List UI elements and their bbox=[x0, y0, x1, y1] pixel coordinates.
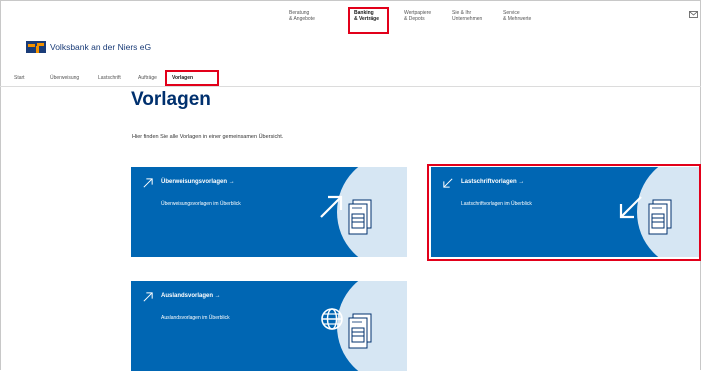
document-icon bbox=[348, 199, 372, 235]
document-icon bbox=[348, 313, 372, 349]
tile-subtitle: Überweisungsvorlagen im Überblick bbox=[161, 201, 241, 207]
brand-logo[interactable]: Volksbank an der Niers eG bbox=[26, 40, 151, 54]
topnav-label: & Angebote bbox=[289, 16, 315, 22]
lastschrift-tile-highlight-box bbox=[427, 164, 701, 261]
topnav-item-service[interactable]: Service & Mehrwerte bbox=[503, 10, 531, 22]
globe-icon bbox=[321, 308, 343, 330]
vorlagen-highlight-box bbox=[165, 70, 219, 86]
topnav-item-wertpapiere[interactable]: Wertpapiere & Depots bbox=[404, 10, 431, 22]
vr-logo-icon bbox=[26, 41, 46, 53]
subnav-item-auftraege[interactable]: Aufträge bbox=[138, 75, 157, 81]
tile-title: Überweisungsvorlagen → bbox=[161, 179, 235, 185]
page-title: Vorlagen bbox=[131, 89, 211, 110]
tile-ueberweisungsvorlagen[interactable]: Überweisungsvorlagen → Überweisungsvorla… bbox=[131, 167, 407, 257]
arrow-up-right-icon bbox=[143, 292, 153, 302]
topnav-item-beratung[interactable]: Beratung & Angebote bbox=[289, 10, 315, 22]
arrow-up-right-icon bbox=[143, 178, 153, 188]
subnav-divider bbox=[0, 86, 701, 87]
bank-name: Volksbank an der Niers eG bbox=[50, 42, 152, 52]
banking-highlight-box bbox=[348, 7, 389, 34]
topnav-label: Unternehmen bbox=[452, 16, 483, 22]
subnav-item-ueberweisung[interactable]: Überweisung bbox=[50, 75, 79, 81]
tile-subtitle: Auslandsvorlagen im Überblick bbox=[161, 315, 230, 321]
mail-icon[interactable] bbox=[689, 11, 698, 18]
page-intro: Hier finden Sie alle Vorlagen in einer g… bbox=[132, 134, 284, 140]
subnav-item-start[interactable]: Start bbox=[14, 75, 25, 81]
topnav-label: & Depots bbox=[404, 16, 425, 22]
sub-navigation: Start Überweisung Lastschrift Aufträge V… bbox=[0, 73, 701, 87]
tile-auslandsvorlagen[interactable]: Auslandsvorlagen → Auslandsvorlagen im Ü… bbox=[131, 281, 407, 371]
topnav-label: & Mehrwerte bbox=[503, 16, 532, 22]
subnav-item-lastschrift[interactable]: Lastschrift bbox=[98, 75, 121, 81]
arrow-up-right-icon bbox=[320, 195, 343, 218]
tile-title: Auslandsvorlagen → bbox=[161, 293, 221, 299]
topnav-item-unternehmen[interactable]: Sie & Ihr Unternehmen bbox=[452, 10, 482, 22]
